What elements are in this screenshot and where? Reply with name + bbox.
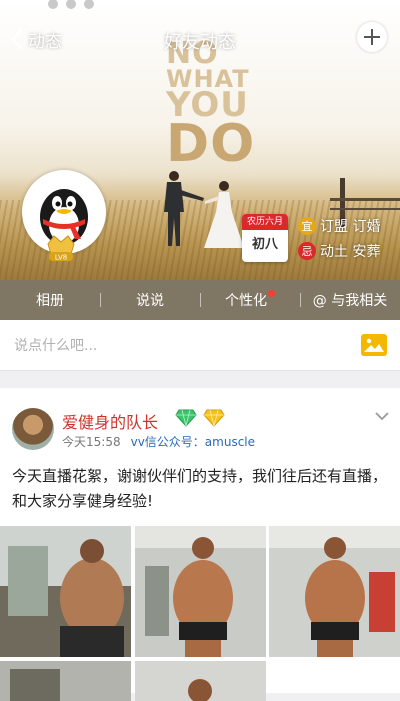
chevron-down-icon[interactable]: [374, 410, 390, 422]
post-author-avatar[interactable]: [12, 408, 54, 450]
lunar-day: 初八: [251, 237, 278, 252]
profile-tab-bar: 相册 说说 个性化 @ 与我相关: [0, 280, 400, 320]
almanac-row-ji: 忌 动土 安葬: [298, 240, 380, 262]
vip-badges: [175, 409, 225, 427]
crown-level-badge-icon: LV8: [47, 235, 75, 262]
tab-moments[interactable]: 说说: [100, 290, 200, 310]
almanac-tag-yi: 宜: [298, 217, 316, 235]
watermark-line: DO: [166, 113, 256, 174]
post-source-link[interactable]: vv信公众号：amuscle: [131, 435, 255, 449]
tab-personalize[interactable]: 个性化: [200, 290, 300, 310]
tab-mentions[interactable]: @ 与我相关: [300, 290, 400, 310]
almanac-tag-ji: 忌: [298, 242, 316, 260]
almanac-row-yi: 宜 订盟 订婚: [298, 215, 380, 237]
notification-dot: [268, 290, 275, 297]
tab-label: 相册: [36, 293, 64, 309]
plus-icon: [364, 29, 380, 45]
add-post-button[interactable]: [357, 22, 387, 52]
status-bar-remnant: [48, 0, 102, 13]
post-photo[interactable]: [0, 526, 131, 657]
post-body-text: 今天直播花絮，谢谢伙伴们的支持，我们往后还有直播，和大家分享健身经验!: [12, 467, 388, 510]
cover-watermark: NO WHAT YOU DO: [166, 39, 256, 174]
tab-label: 说说: [136, 293, 164, 309]
page-title: 好友动态: [164, 32, 236, 53]
green-diamond-icon: [175, 409, 197, 427]
post-meta: 今天15:58 vv信公众号：amuscle: [62, 433, 255, 450]
compose-bar: [0, 320, 400, 371]
lunar-calendar-card[interactable]: 农历六月 初八: [242, 214, 288, 262]
level-badge-text: LV8: [55, 254, 67, 262]
feed-post-card: 爱健身的队长 今天15:58 vv信公众号：amuscle 今天直播花絮，谢谢伙伴…: [0, 388, 400, 701]
almanac-text-ji: 动土 安葬: [320, 244, 381, 260]
post-photo[interactable]: [135, 661, 266, 701]
post-author-name[interactable]: 爱健身的队长: [62, 409, 158, 433]
add-photo-button[interactable]: [361, 334, 387, 356]
tab-label: 个性化: [225, 293, 267, 309]
tab-album[interactable]: 相册: [0, 290, 100, 310]
post-time: 今天15:58: [62, 435, 121, 449]
almanac-list: 宜 订盟 订婚 忌 动土 安葬: [298, 215, 380, 265]
compose-input[interactable]: [12, 332, 316, 360]
post-photo[interactable]: [135, 526, 266, 657]
lunar-month: 农历六月: [242, 214, 288, 230]
image-icon: [364, 338, 384, 352]
post-photo[interactable]: [0, 661, 131, 701]
gold-diamond-icon: [203, 409, 225, 427]
tab-label: @ 与我相关: [312, 293, 388, 309]
couple-figure: [164, 171, 244, 248]
post-photo[interactable]: [269, 526, 400, 657]
almanac-text-yi: 订盟 订婚: [320, 219, 381, 235]
